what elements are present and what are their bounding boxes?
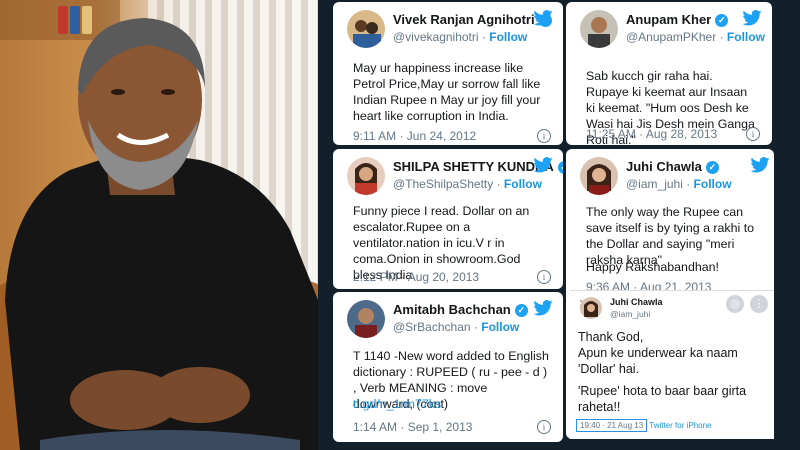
info-icon[interactable]: i bbox=[537, 270, 551, 284]
tweet-timestamp[interactable]: 2:12 PM · Aug 20, 2013 bbox=[353, 270, 479, 284]
embedded-tweet-screenshot: ✕ Juhi Chawla @iam_juhi ◎ ⋮ Thank God, A… bbox=[570, 290, 774, 439]
follow-button[interactable]: Follow bbox=[727, 30, 765, 44]
twitter-bird-icon[interactable] bbox=[742, 10, 762, 26]
info-icon[interactable]: i bbox=[537, 129, 551, 143]
avatar bbox=[347, 300, 385, 338]
user-name: Amitabh Bachchan bbox=[393, 302, 511, 317]
tweet-meta: 19:40 · 21 Aug 13 Twitter for iPhone bbox=[576, 419, 712, 432]
tweet-text: Thank God, Apun ke underwear ka naam 'Do… bbox=[578, 329, 766, 415]
tweet-timestamp[interactable]: 11:25 AM · Aug 28, 2013 bbox=[586, 127, 717, 141]
tweet-line: Apun ke underwear ka naam 'Dollar' hai. bbox=[578, 346, 738, 376]
tweet-link[interactable]: tl.gd/n_1rm77ks bbox=[353, 396, 549, 412]
person-illustration bbox=[5, 18, 318, 450]
target-icon[interactable]: ◎ bbox=[726, 295, 744, 313]
verified-badge-icon: ✓ bbox=[705, 161, 719, 175]
twitter-bird-icon[interactable] bbox=[750, 157, 770, 173]
info-icon[interactable]: i bbox=[537, 420, 551, 434]
avatar bbox=[347, 157, 385, 195]
user-handle: @TheShilpaShetty bbox=[393, 177, 494, 191]
tweet-line: Thank God, bbox=[578, 330, 644, 344]
tweet-text-line2: Happy Rakshabandhan! bbox=[586, 260, 719, 274]
twitter-bird-icon[interactable] bbox=[533, 157, 553, 173]
user-name: Juhi Chawla bbox=[610, 297, 663, 307]
user-handle: @iam_juhi bbox=[610, 309, 651, 319]
tweet-card[interactable]: Vivek Ranjan Agnihotri✓ @vivekagnihotri … bbox=[333, 2, 563, 145]
follow-button[interactable]: Follow bbox=[489, 30, 527, 44]
user-name: SHILPA SHETTY KUNDRA bbox=[393, 159, 554, 174]
tweet-line: 'Rupee' hota to baar baar girta raheta!! bbox=[578, 384, 747, 414]
twitter-bird-icon[interactable] bbox=[533, 10, 553, 26]
info-icon[interactable]: i bbox=[746, 127, 760, 141]
avatar bbox=[580, 157, 618, 195]
user-name: Anupam Kher bbox=[626, 12, 712, 27]
user-handle: @SrBachchan bbox=[393, 320, 471, 334]
tweet-card[interactable]: Anupam Kher ✓ @AnupamPKher · Follow Sab k… bbox=[566, 2, 772, 145]
twitter-bird-icon[interactable] bbox=[533, 300, 553, 316]
tweet-source[interactable]: Twitter for iPhone bbox=[649, 421, 711, 430]
more-options-icon[interactable]: ⋮ bbox=[750, 295, 768, 313]
tweet-card[interactable]: SHILPA SHETTY KUNDRA✓ @TheShilpaShetty ·… bbox=[333, 149, 563, 289]
avatar bbox=[347, 10, 385, 48]
follow-button[interactable]: Follow bbox=[504, 177, 542, 191]
tweet-card[interactable]: Amitabh Bachchan ✓ @SrBachchan · Follow T… bbox=[333, 292, 563, 442]
user-name: Juhi Chawla bbox=[626, 159, 702, 174]
follow-button[interactable]: Follow bbox=[694, 177, 732, 191]
tweet-timestamp[interactable]: 1:14 AM · Sep 1, 2013 bbox=[353, 420, 472, 434]
avatar bbox=[580, 297, 602, 319]
person-photo bbox=[0, 0, 318, 450]
tweet-text: May ur happiness increase like Petrol Pr… bbox=[353, 61, 541, 123]
user-name: Vivek Ranjan Agnihotri bbox=[393, 12, 535, 27]
verified-badge-icon: ✓ bbox=[557, 161, 563, 175]
verified-badge-icon: ✓ bbox=[715, 14, 729, 28]
user-handle: @vivekagnihotri bbox=[393, 30, 479, 44]
avatar bbox=[580, 10, 618, 48]
verified-badge-icon: ✓ bbox=[514, 304, 528, 318]
user-handle: @AnupamPKher bbox=[626, 30, 717, 44]
tweet-timestamp[interactable]: 9:11 AM · Jun 24, 2012 bbox=[353, 129, 476, 143]
user-handle: @iam_juhi bbox=[626, 177, 683, 191]
follow-button[interactable]: Follow bbox=[481, 320, 519, 334]
highlighted-timestamp: 19:40 · 21 Aug 13 bbox=[576, 419, 648, 432]
